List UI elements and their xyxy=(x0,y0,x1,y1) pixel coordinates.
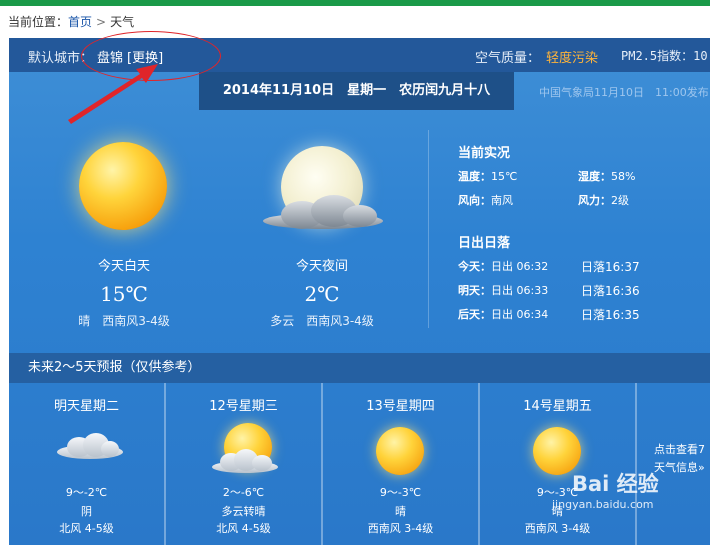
forecast-day-title: 12号星期三 xyxy=(209,399,278,414)
more-forecast-link[interactable]: 点击查看7 天气信息» xyxy=(654,441,705,477)
sunset-time: 日落16:35 xyxy=(581,308,640,322)
sunrise-sunset-title: 日出日落 xyxy=(458,236,511,251)
forecast-day[interactable]: 14号星期五 9～-3℃ 晴 西南风 3-4级 xyxy=(480,383,635,545)
sun-row: 明天：日出 06:33 xyxy=(458,282,548,298)
night-description: 多云 西南风3-4级 xyxy=(270,314,374,328)
breadcrumb: 当前位置：首页 > 天气 xyxy=(8,13,134,30)
day-description: 晴 西南风3-4级 xyxy=(78,314,170,328)
day-label: 今天白天 xyxy=(97,259,150,274)
date-line: 2014年11月10日 星期一 农历闰九月十八 xyxy=(199,72,514,110)
more-forecast-line1: 点击查看7 xyxy=(654,443,705,456)
forecast-day[interactable]: 13号星期四 9～-3℃ 晴 西南风 3-4级 xyxy=(323,383,478,545)
forecast-temperature: 2～-6℃ xyxy=(222,486,265,499)
forecast-weather: 阴 xyxy=(81,505,92,518)
breadcrumb-current: 天气 xyxy=(110,15,135,29)
wind-force-label: 风力： xyxy=(578,194,611,207)
forecast-day-title: 明天星期二 xyxy=(53,399,119,414)
current-conditions: 当前实况 xyxy=(458,142,510,161)
forecast-header: 未来2～5天预报（仅供参考） xyxy=(9,353,710,383)
temperature-value: 15℃ xyxy=(491,170,518,183)
air-quality-value: 轻度污染 xyxy=(546,51,599,66)
sun-icon xyxy=(376,427,424,475)
wind-direction-row: 风向：南风 xyxy=(458,192,513,208)
sun-row: 后天：日出 06:34 xyxy=(458,306,548,322)
more-forecast-line2: 天气信息» xyxy=(654,461,705,474)
night-cloud-icon xyxy=(263,193,383,235)
forecast-wind: 西南风 3-4级 xyxy=(367,522,434,535)
forecast-day[interactable]: 12号星期三 2～-6℃ 多云转晴 北风 4-5级 xyxy=(166,383,321,545)
sun-row-day: 明天： xyxy=(458,284,491,297)
watermark: Bai 经验 jingyan.baidu.com xyxy=(552,468,659,511)
sunrise-sunset: 日出日落 xyxy=(458,232,510,251)
night-label: 今天夜间 xyxy=(295,259,348,274)
humidity-row: 湿度：58% xyxy=(578,168,635,184)
sunset-time: 日落16:36 xyxy=(581,284,640,298)
forecast-temperature: 9～-3℃ xyxy=(379,486,422,499)
sun-row-day: 今天： xyxy=(458,260,491,273)
watermark-logo: Bai 经验 xyxy=(572,472,659,496)
forecast-day-title: 13号星期四 xyxy=(366,399,435,414)
breadcrumb-prefix: 当前位置： xyxy=(8,15,69,29)
forecast-wind: 西南风 3-4级 xyxy=(524,522,591,535)
sun-row: 今天：日出 06:32 xyxy=(458,258,548,274)
forecast-day[interactable]: 明天星期二 9～-2℃ 阴 北风 4-5级 xyxy=(9,383,164,545)
sun-icon xyxy=(79,142,167,230)
current-conditions-title: 当前实况 xyxy=(458,146,511,161)
wind-direction-value: 南风 xyxy=(491,194,513,207)
sunrise-time: 日出 06:33 xyxy=(491,284,549,297)
top-accent-bar xyxy=(0,0,710,6)
forecast-wind: 北风 4-5级 xyxy=(59,522,114,535)
forecast-temperature: 9～-2℃ xyxy=(65,486,108,499)
forecast-wind: 北风 4-5级 xyxy=(216,522,271,535)
forecast-weather: 晴 xyxy=(395,505,406,518)
pm25-index: PM2.5指数：10 xyxy=(621,49,708,63)
sunrise-time: 日出 06:32 xyxy=(491,260,549,273)
cloud-icon xyxy=(212,449,278,475)
wind-force-row: 风力：2级 xyxy=(578,192,629,208)
sunset-time: 日落16:37 xyxy=(581,260,640,274)
forecast-day-title: 14号星期五 xyxy=(523,399,592,414)
breadcrumb-home-link[interactable]: 首页 xyxy=(68,15,92,29)
watermark-url: jingyan.baidu.com xyxy=(552,498,654,511)
humidity-label: 湿度： xyxy=(578,170,611,183)
publish-info: 中国气象局11月10日 11:00发布 xyxy=(539,86,709,99)
day-temperature: 15℃ xyxy=(100,282,148,306)
temperature-row: 温度：15℃ xyxy=(458,168,517,184)
temperature-label: 温度： xyxy=(458,170,491,183)
air-quality-label: 空气质量： xyxy=(475,51,541,66)
night-temperature: 2℃ xyxy=(304,282,340,306)
forecast-weather: 多云转晴 xyxy=(221,505,266,518)
sunrise-time: 日出 06:34 xyxy=(491,308,549,321)
wind-direction-label: 风向： xyxy=(458,194,491,207)
wind-force-value: 2级 xyxy=(611,194,629,207)
humidity-value: 58% xyxy=(611,170,636,183)
air-quality: 空气质量： 轻度污染 xyxy=(475,47,598,66)
cloud-icon xyxy=(57,433,123,461)
sun-row-day: 后天： xyxy=(458,308,491,321)
forecast-divider xyxy=(635,383,637,545)
annotation-arrow-icon xyxy=(68,64,158,124)
section-divider xyxy=(428,130,429,328)
breadcrumb-separator: > xyxy=(96,15,107,29)
